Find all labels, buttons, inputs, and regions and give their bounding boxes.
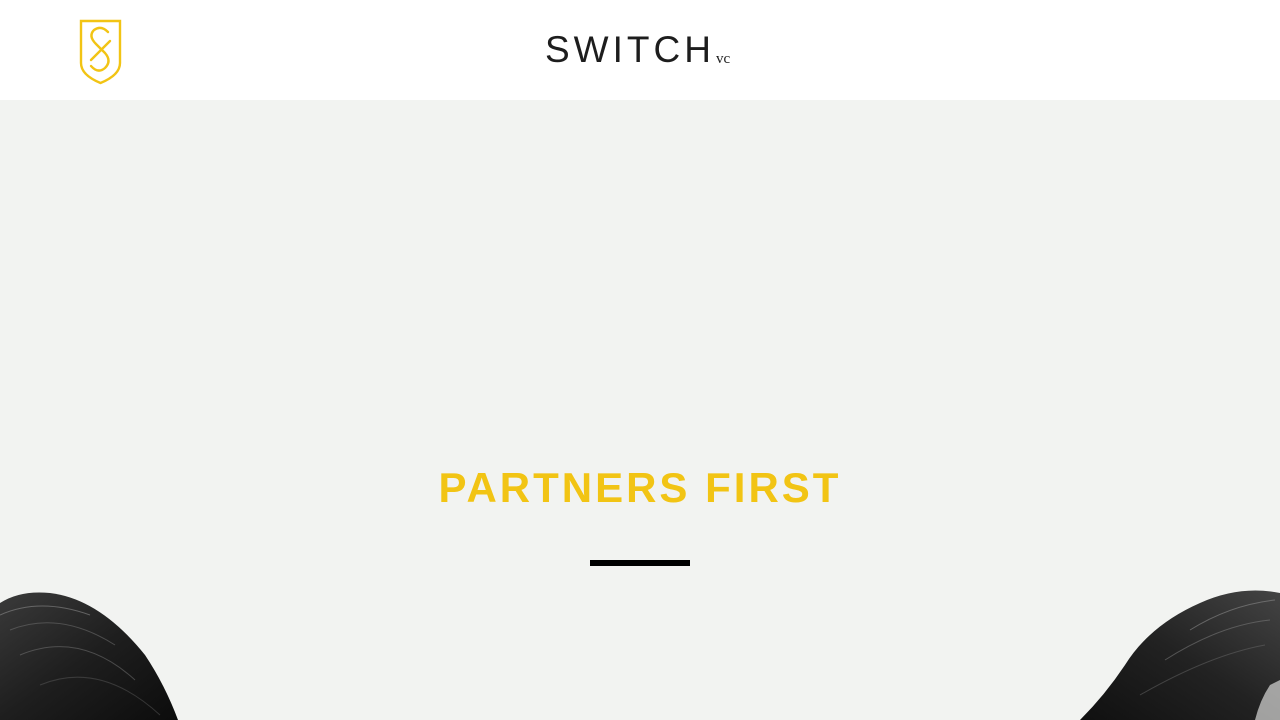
site-header: SWITCH vc [0, 0, 1280, 100]
brand-wordmark[interactable]: SWITCH vc [540, 30, 740, 70]
partner-portrait-right [1070, 585, 1280, 720]
page: SWITCH vc PARTNERS FIRST [0, 0, 1280, 720]
crest-logo-icon[interactable] [79, 19, 122, 85]
partner-portrait-left [0, 585, 200, 720]
hero-divider [590, 560, 690, 566]
brand-suffix: vc [716, 51, 731, 67]
brand-name: SWITCH [545, 29, 715, 70]
hero-title: PARTNERS FIRST [438, 464, 842, 511]
